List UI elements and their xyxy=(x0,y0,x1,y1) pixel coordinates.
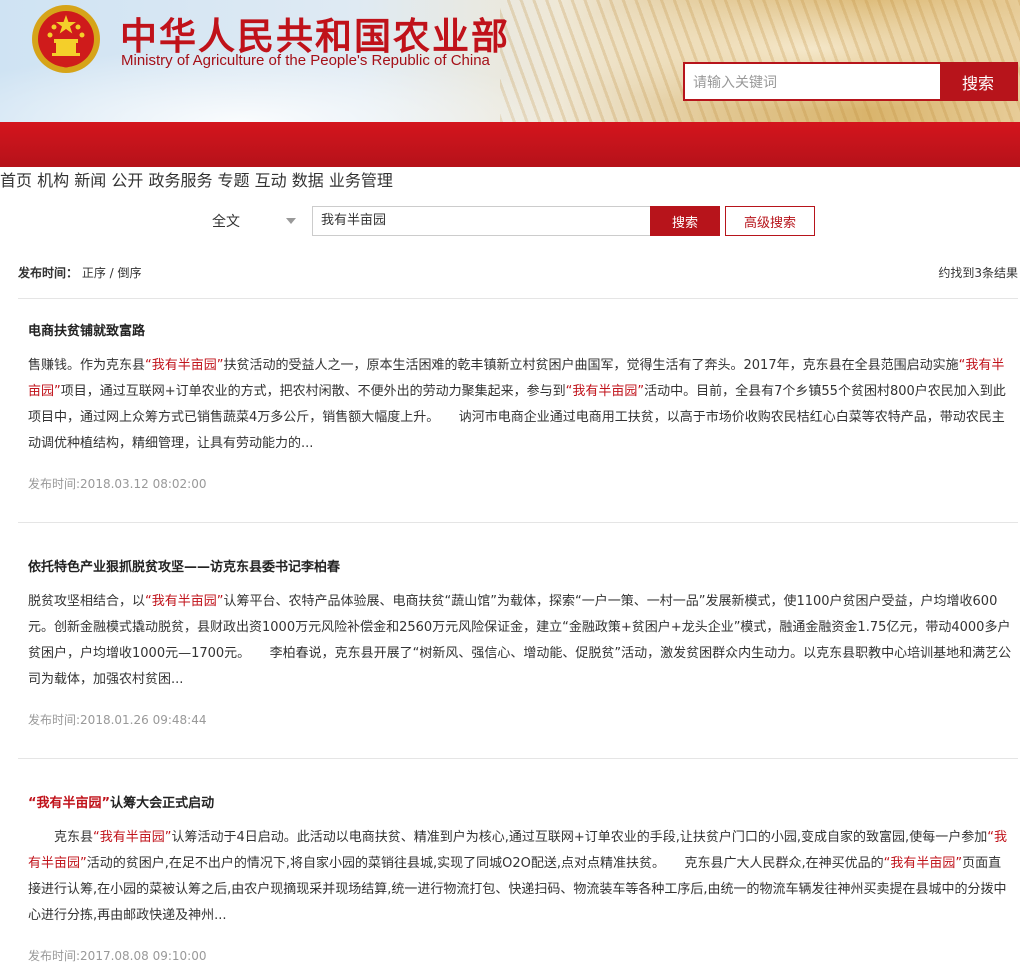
nav-item-data[interactable]: 数据 xyxy=(292,171,324,190)
chevron-down-icon[interactable] xyxy=(286,218,296,224)
result-item: “我有半亩园”认筹大会正式启动 克东县“我有半亩园”认筹活动于4日启动。此活动以… xyxy=(28,792,1013,964)
divider xyxy=(18,298,1018,299)
site-search-button[interactable]: 搜索 xyxy=(940,64,1016,99)
sort-ascending-link[interactable]: 正序 xyxy=(82,266,106,280)
sort-bar: 发布时间： 正序 / 倒序 约找到3条结果 xyxy=(18,266,1018,280)
highlighted-keyword: “我有半亩园” xyxy=(883,856,963,871)
nav-item-interaction[interactable]: 互动 xyxy=(255,171,287,190)
result-snippet: 脱贫攻坚相结合，以“我有半亩园”认筹平台、农特产品体验展、电商扶贫“蔬山馆”为载… xyxy=(28,589,1013,693)
snippet-text: 认筹活动于4日启动。此活动以电商扶贫、精准到户为核心,通过互联网+订单农业的手段… xyxy=(171,830,988,845)
main-nav xyxy=(0,122,1020,167)
result-date: 发布时间:2018.03.12 08:02:00 xyxy=(28,477,207,491)
nav-item-home[interactable]: 首页 xyxy=(0,171,32,190)
snippet-text: 项目，通过互联网+订单农业的方式，把农村闲散、不便外出的劳动力聚集起来，参与到 xyxy=(60,384,566,399)
snippet-text: 活动的贫困户,在足不出户的情况下,将自家小园的菜销往县城,实现了同城O2O配送,… xyxy=(86,856,884,871)
site-header: 中华人民共和国农业部 Ministry of Agriculture of th… xyxy=(0,0,1020,122)
site-title-en: Ministry of Agriculture of the People's … xyxy=(121,52,490,69)
snippet-text: 售赚钱。作为克东县 xyxy=(28,358,146,373)
result-search-bar: 全文 我有半亩园 搜索 高级搜索 xyxy=(0,206,1020,236)
search-scope-select[interactable]: 全文 xyxy=(212,211,240,231)
divider xyxy=(18,758,1018,759)
sort-label: 发布时间： xyxy=(18,266,79,280)
snippet-text: 克东县 xyxy=(28,830,94,845)
highlighted-keyword: “我有半亩园” xyxy=(93,830,172,845)
result-title[interactable]: 依托特色产业狠抓脱贫攻坚——访克东县委书记李柏春 xyxy=(28,556,1013,575)
nav-item-organization[interactable]: 机构 xyxy=(37,171,69,190)
advanced-search-button[interactable]: 高级搜索 xyxy=(725,206,815,236)
search-query-input[interactable]: 我有半亩园 xyxy=(312,206,652,236)
result-snippet: 售赚钱。作为克东县“我有半亩园”扶贫活动的受益人之一，原本生活困难的乾丰镇新立村… xyxy=(28,353,1013,457)
result-count: 约找到3条结果 xyxy=(938,266,1018,280)
result-title[interactable]: 电商扶贫铺就致富路 xyxy=(28,320,1013,339)
result-item: 电商扶贫铺就致富路 售赚钱。作为克东县“我有半亩园”扶贫活动的受益人之一，原本生… xyxy=(28,320,1013,492)
result-date: 发布时间:2018.01.26 09:48:44 xyxy=(28,713,207,727)
result-item: 依托特色产业狠抓脱贫攻坚——访克东县委书记李柏春 脱贫攻坚相结合，以“我有半亩园… xyxy=(28,556,1013,728)
result-title[interactable]: “我有半亩园”认筹大会正式启动 xyxy=(28,792,1013,811)
highlighted-keyword: “我有半亩园” xyxy=(565,384,645,399)
nav-item-public[interactable]: 公开 xyxy=(111,171,143,190)
nav-item-news[interactable]: 新闻 xyxy=(74,171,106,190)
site-search: 搜索 xyxy=(683,62,1018,101)
result-date: 发布时间:2017.08.08 09:10:00 xyxy=(28,949,207,963)
sort-descending-link[interactable]: 倒序 xyxy=(118,266,142,280)
nav-item-business-management[interactable]: 业务管理 xyxy=(329,171,393,190)
divider xyxy=(18,522,1018,523)
snippet-text: 脱贫攻坚相结合，以 xyxy=(28,594,146,609)
highlighted-keyword: “我有半亩园” xyxy=(145,594,224,609)
search-button[interactable]: 搜索 xyxy=(650,206,720,236)
national-emblem-icon xyxy=(32,5,100,73)
nav-item-topics[interactable]: 专题 xyxy=(218,171,250,190)
snippet-text: 扶贫活动的受益人之一，原本生活困难的乾丰镇新立村贫困户曲国军，觉得生活有了奔头。… xyxy=(223,358,959,373)
site-search-input[interactable] xyxy=(685,64,940,99)
result-snippet: 克东县“我有半亩园”认筹活动于4日启动。此活动以电商扶贫、精准到户为核心,通过互… xyxy=(28,825,1013,929)
nav-item-government-services[interactable]: 政务服务 xyxy=(148,171,212,190)
highlighted-keyword: “我有半亩园” xyxy=(145,358,224,373)
